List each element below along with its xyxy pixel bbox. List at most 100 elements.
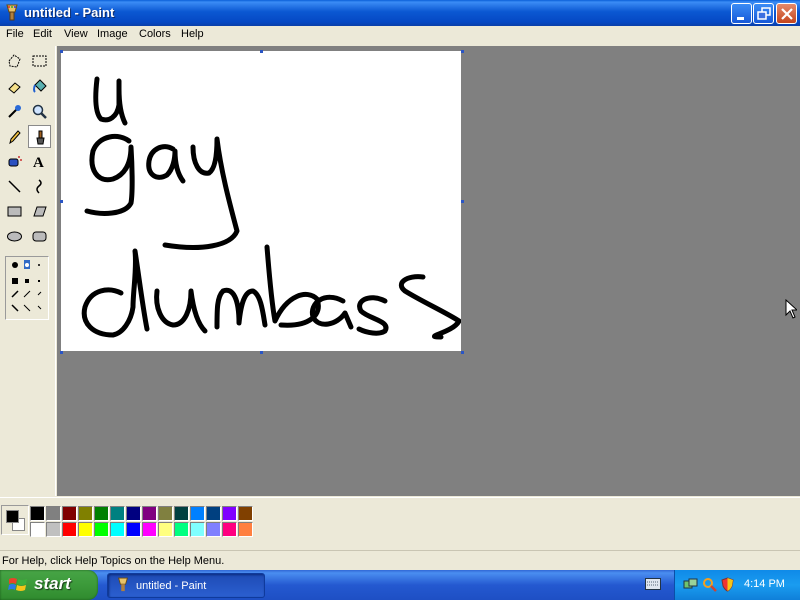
brush-icon: [36, 130, 45, 145]
palette-swatch[interactable]: [110, 506, 125, 521]
pencil-tool[interactable]: [3, 125, 26, 148]
menu-view[interactable]: View: [64, 28, 88, 40]
foreground-color-swatch: [6, 510, 19, 523]
magnifier-tool[interactable]: [28, 100, 51, 123]
status-text: For Help, click Help Topics on the Help …: [2, 555, 225, 567]
taskbar-item-label: untitled - Paint: [136, 580, 207, 592]
menu-bar: File Edit View Image Colors Help: [0, 26, 800, 44]
security-shield-icon[interactable]: [720, 577, 735, 592]
palette-swatch[interactable]: [222, 522, 237, 537]
resize-handle[interactable]: [260, 351, 263, 354]
palette-swatch[interactable]: [110, 522, 125, 537]
clock[interactable]: 4:14 PM: [744, 578, 785, 590]
palette-swatch[interactable]: [78, 506, 93, 521]
rectangle-tool[interactable]: [3, 200, 26, 223]
system-tray: 4:14 PM: [674, 570, 800, 600]
palette-swatch[interactable]: [78, 522, 93, 537]
keyboard-icon[interactable]: [645, 578, 661, 590]
palette-swatch[interactable]: [206, 522, 221, 537]
palette-swatch[interactable]: [126, 522, 141, 537]
brush-shapes-icon: [11, 260, 42, 312]
paint-bucket-icon: [33, 79, 47, 93]
palette-swatch[interactable]: [30, 506, 45, 521]
brush-tool[interactable]: [28, 125, 51, 148]
work-area: [57, 46, 800, 496]
rectangle-select-icon: [32, 55, 47, 67]
palette-swatch[interactable]: [126, 506, 141, 521]
text-tool[interactable]: A: [28, 150, 51, 173]
palette-swatch[interactable]: [94, 506, 109, 521]
minimize-button[interactable]: [731, 3, 752, 24]
palette-swatch[interactable]: [158, 522, 173, 537]
palette-swatch[interactable]: [30, 522, 45, 537]
mouse-cursor-icon: [785, 299, 797, 319]
palette-swatch[interactable]: [46, 522, 61, 537]
restore-button[interactable]: [753, 3, 774, 24]
polygon-tool[interactable]: [28, 200, 51, 223]
fill-with-color-tool[interactable]: [28, 75, 51, 98]
rounded-rectangle-icon: [32, 231, 47, 242]
palette-swatch[interactable]: [206, 506, 221, 521]
window-title: untitled - Paint: [24, 5, 115, 20]
menu-help[interactable]: Help: [181, 28, 204, 40]
palette-swatch[interactable]: [62, 506, 77, 521]
menu-image[interactable]: Image: [97, 28, 128, 40]
taskbar: start untitled - Paint 4:14 PM: [0, 570, 800, 600]
taskbar-item-paint[interactable]: untitled - Paint: [107, 573, 265, 598]
pencil-icon: [9, 130, 21, 145]
current-colors[interactable]: [1, 505, 29, 535]
palette-swatch[interactable]: [238, 506, 253, 521]
rectangle-icon: [7, 206, 22, 217]
resize-handle[interactable]: [461, 351, 464, 354]
brush-shape-options[interactable]: [5, 256, 49, 320]
drawing-canvas[interactable]: [60, 50, 464, 354]
palette-swatch[interactable]: [174, 506, 189, 521]
paint-app-icon: [118, 577, 128, 592]
paint-app-icon: [6, 4, 18, 21]
menu-colors[interactable]: Colors: [139, 28, 171, 40]
curve-tool[interactable]: [28, 175, 51, 198]
menu-file[interactable]: File: [6, 28, 24, 40]
palette-swatch[interactable]: [158, 506, 173, 521]
color-box: [0, 497, 800, 545]
resize-handle: [461, 50, 464, 53]
resize-handle: [60, 351, 63, 354]
text-icon: A: [33, 155, 44, 170]
airbrush-icon: [8, 156, 22, 167]
rectangle-select-tool[interactable]: [28, 50, 51, 73]
tool-box: A: [0, 46, 56, 496]
menu-edit[interactable]: Edit: [33, 28, 52, 40]
title-bar[interactable]: untitled - Paint: [0, 0, 800, 26]
ellipse-icon: [7, 231, 22, 242]
palette-swatch[interactable]: [46, 506, 61, 521]
free-form-select-tool[interactable]: [3, 50, 26, 73]
windows-logo-icon: [8, 578, 27, 591]
network-icon[interactable]: [683, 577, 698, 592]
airbrush-tool[interactable]: [3, 150, 26, 173]
magnifier-icon: [32, 104, 47, 119]
palette-swatch[interactable]: [190, 522, 205, 537]
palette-swatch[interactable]: [190, 506, 205, 521]
start-label: start: [34, 574, 71, 593]
ellipse-tool[interactable]: [3, 225, 26, 248]
palette-swatch[interactable]: [94, 522, 109, 537]
restore-icon: [757, 7, 771, 20]
palette-swatch[interactable]: [238, 522, 253, 537]
line-tool[interactable]: [3, 175, 26, 198]
close-button[interactable]: [776, 3, 797, 24]
start-button[interactable]: start: [0, 570, 98, 600]
resize-handle[interactable]: [461, 200, 464, 203]
palette-swatch[interactable]: [174, 522, 189, 537]
status-bar: For Help, click Help Topics on the Help …: [0, 550, 800, 570]
palette-swatch[interactable]: [62, 522, 77, 537]
search-icon[interactable]: [702, 577, 717, 592]
eraser-tool[interactable]: [3, 75, 26, 98]
palette-swatch[interactable]: [222, 506, 237, 521]
palette-swatch[interactable]: [142, 506, 157, 521]
rounded-rectangle-tool[interactable]: [28, 225, 51, 248]
line-icon: [8, 180, 21, 193]
freehand-drawing: [81, 76, 462, 340]
pick-color-tool[interactable]: [3, 100, 26, 123]
curve-icon: [36, 179, 42, 194]
palette-swatch[interactable]: [142, 522, 157, 537]
